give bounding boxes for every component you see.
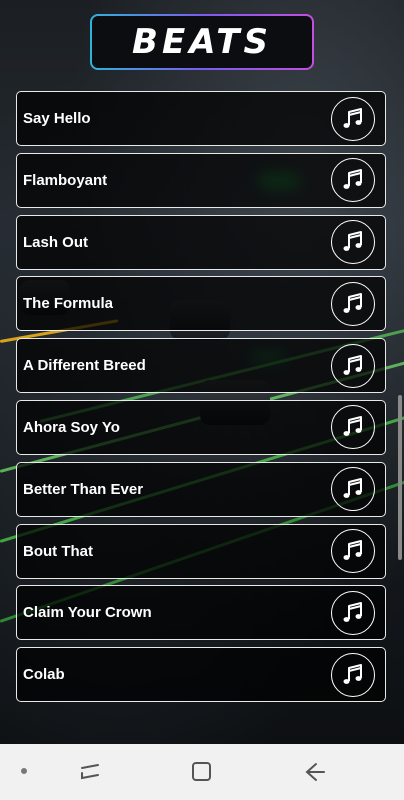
track-item[interactable]: Ahora Soy Yo [16, 399, 386, 455]
track-title: Say Hello [23, 110, 91, 127]
music-note-icon[interactable] [331, 343, 375, 388]
track-item[interactable]: Lash Out [16, 214, 386, 270]
track-title: Bout That [23, 542, 93, 560]
track-title: Flamboyant [23, 171, 108, 189]
track-title: Lash Out [23, 233, 89, 251]
music-note-icon[interactable] [331, 652, 375, 697]
track-title: Claim Your Crown [23, 604, 152, 622]
music-note-icon[interactable] [331, 529, 375, 574]
track-item[interactable]: Better Than Ever [16, 461, 386, 517]
track-title: A Different Breed [23, 357, 146, 375]
nav-indicator-dot [21, 768, 27, 774]
music-note-icon[interactable] [331, 281, 375, 326]
scrollbar[interactable] [398, 395, 402, 560]
music-note-icon[interactable] [331, 96, 375, 141]
track-title: The Formula [23, 295, 114, 313]
track-item[interactable]: Say Hello [16, 91, 386, 146]
track-item[interactable]: Flamboyant [16, 152, 386, 208]
music-note-icon[interactable] [331, 158, 375, 203]
home-icon[interactable] [188, 759, 216, 785]
app-logo-text: BEATS [132, 22, 272, 62]
music-note-icon[interactable] [331, 405, 375, 450]
back-icon[interactable] [300, 759, 328, 785]
track-item[interactable]: A Different Breed [16, 338, 386, 394]
track-title: Better Than Ever [23, 480, 144, 498]
track-title: Colab [23, 666, 65, 684]
track-item[interactable]: Colab [16, 647, 386, 703]
system-navigation-bar [0, 744, 404, 800]
recents-icon[interactable] [76, 759, 104, 785]
track-title: Ahora Soy Yo [23, 418, 120, 436]
music-note-icon[interactable] [331, 590, 375, 635]
track-item[interactable]: The Formula [16, 276, 386, 332]
track-item[interactable]: Claim Your Crown [16, 585, 386, 641]
track-item[interactable]: Bout That [16, 523, 386, 579]
music-note-icon[interactable] [331, 220, 375, 265]
app-logo: BEATS [90, 14, 314, 70]
track-list: Say Hello Flamboyant Lash Out The Formula A … [16, 91, 388, 709]
music-note-icon[interactable] [331, 467, 375, 512]
